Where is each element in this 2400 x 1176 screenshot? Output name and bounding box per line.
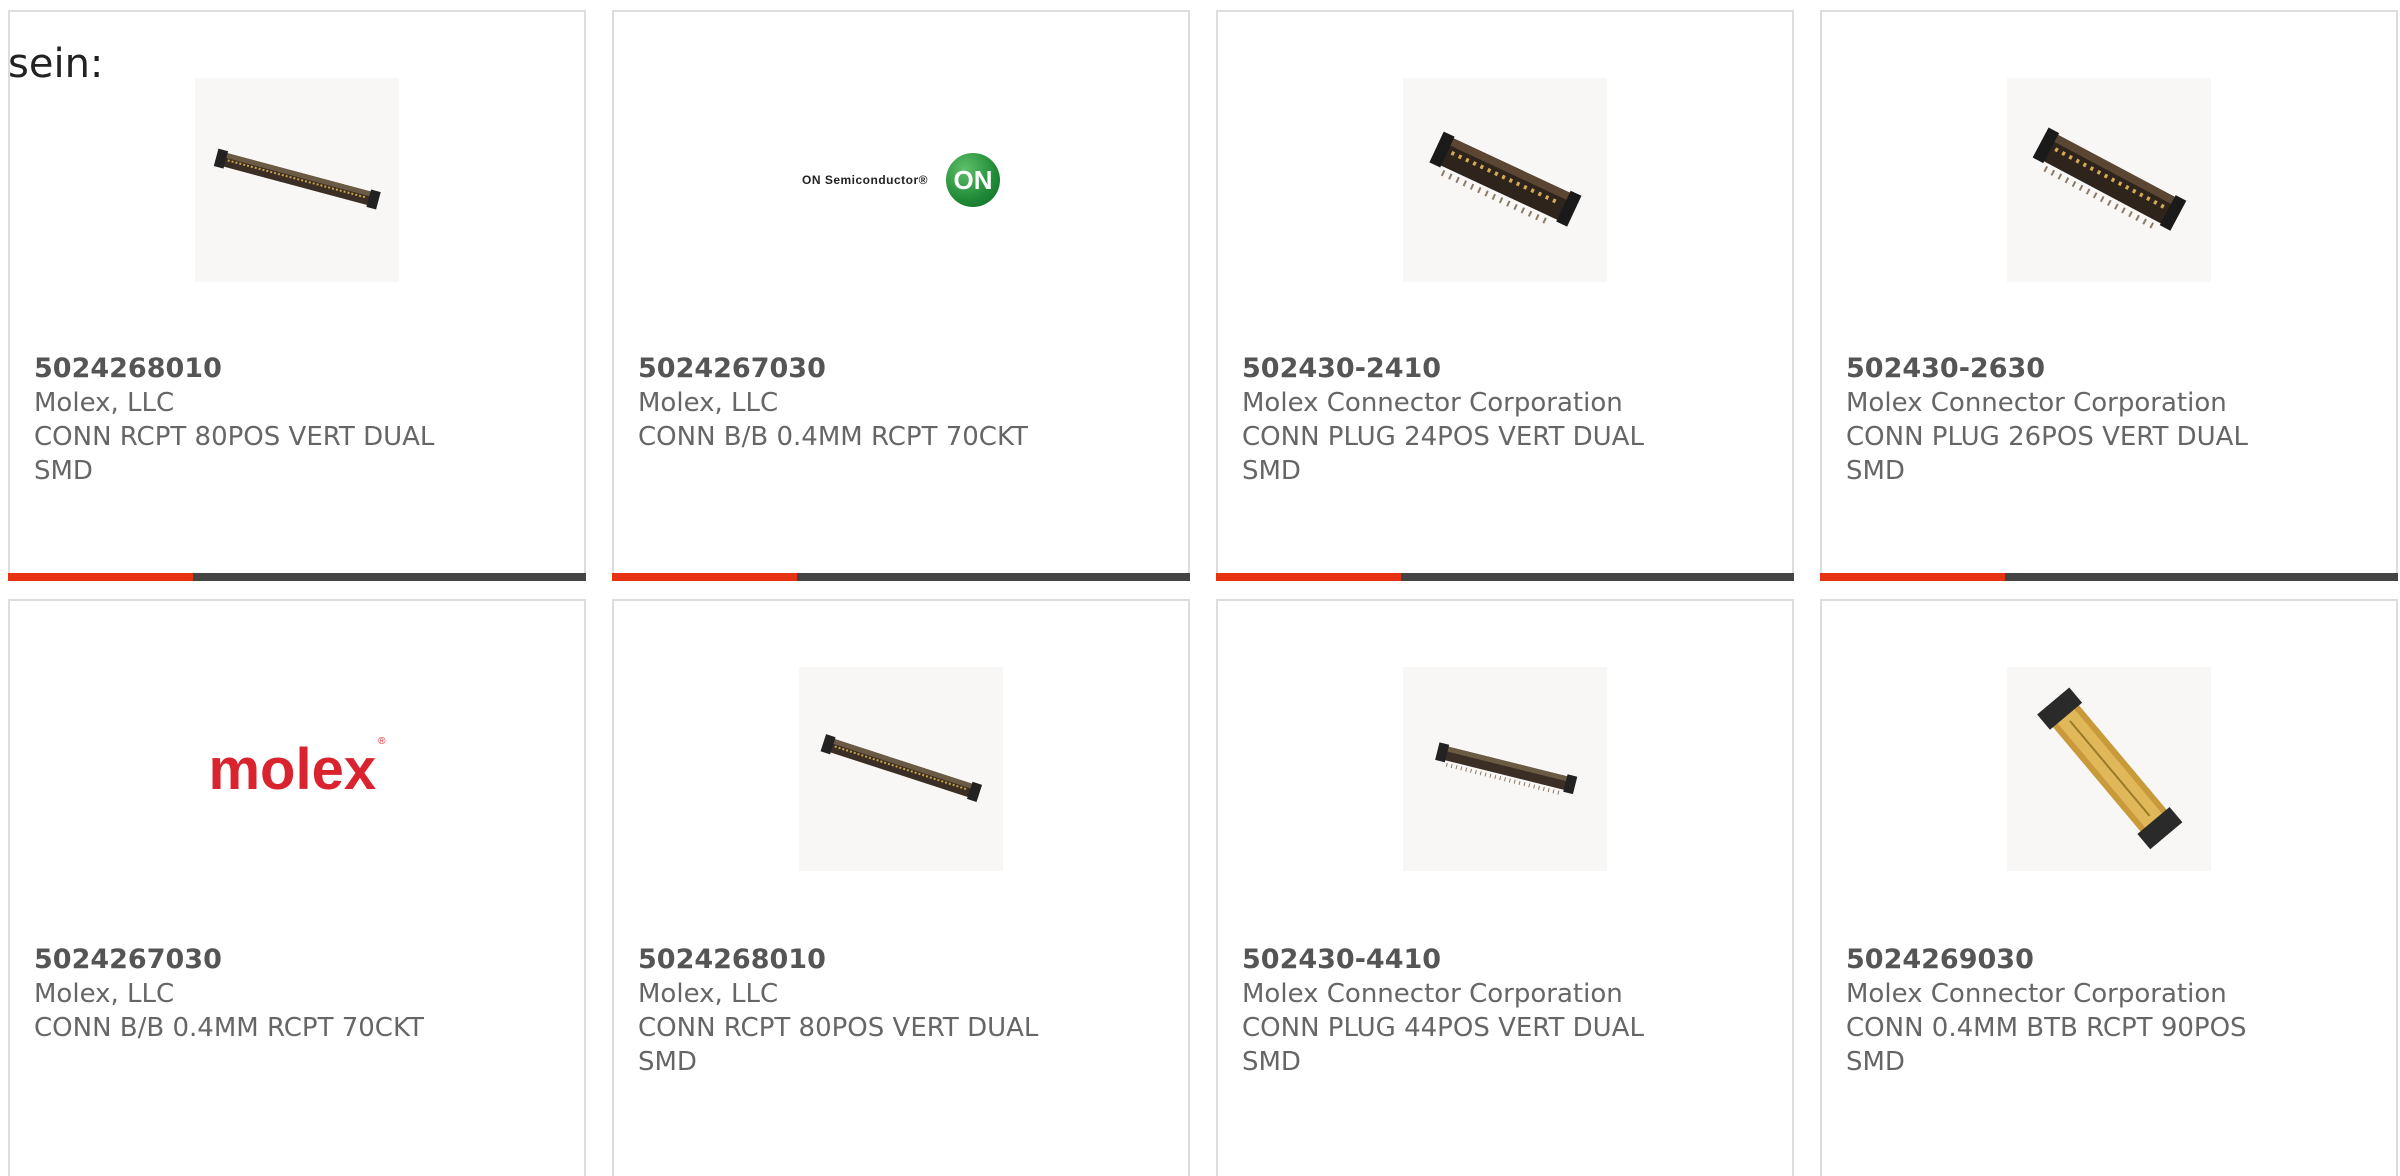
product-image-wrap [1822,78,2396,282]
progress-fill [8,573,193,581]
product-image-wrap: ON Semiconductor® ON [614,78,1188,282]
manufacturer: Molex Connector Corporation [1846,388,2227,418]
part-number[interactable]: 502430-4410 [1242,943,1441,977]
progress-bar [1216,573,1794,581]
product-card[interactable]: 502430-2410 Molex Connector Corporation … [1216,10,1794,581]
product-card[interactable]: molex ® 5024267030 Molex, LLC CONN B/B 0.… [8,599,586,1176]
progress-bar [612,573,1190,581]
progress-fill [1820,573,2005,581]
manufacturer: Molex, LLC [34,388,175,418]
connector-plug-image [1403,78,1607,282]
connector-strip-image [799,667,1003,871]
part-number[interactable]: 5024267030 [638,352,826,386]
product-image-wrap [1822,667,2396,871]
description: CONN PLUG 26POS VERT DUAL SMD [1846,422,2248,486]
logo-text: molex [208,736,377,802]
description: CONN PLUG 24POS VERT DUAL SMD [1242,422,1644,486]
on-semiconductor-logo: ON Semiconductor® ON [801,153,1001,207]
product-card[interactable]: 5024269030 Molex Connector Corporation C… [1820,599,2398,1176]
description: CONN B/B 0.4MM RCPT 70CKT [34,1013,424,1043]
progress-fill [1216,573,1401,581]
product-card[interactable]: 5024268010 Molex, LLC CONN RCPT 80POS VE… [8,10,586,581]
part-number[interactable]: 502430-2410 [1242,352,1441,386]
progress-bar [1820,573,2398,581]
manufacturer: Molex Connector Corporation [1242,979,1623,1009]
product-card[interactable]: ON Semiconductor® ON 5024267030 Molex, L… [612,10,1190,581]
product-card[interactable]: 5024268010 Molex, LLC CONN RCPT 80POS VE… [612,599,1190,1176]
manufacturer: Molex Connector Corporation [1242,388,1623,418]
description: CONN RCPT 80POS VERT DUAL SMD [638,1013,1039,1077]
logo-mark: ON [946,153,1001,207]
part-number[interactable]: 5024268010 [34,352,222,386]
connector-pair-image [2007,667,2211,871]
product-card[interactable]: 502430-4410 Molex Connector Corporation … [1216,599,1794,1176]
connector-strip-image [195,78,399,282]
connector-plug-image [2007,78,2211,282]
manufacturer: Molex, LLC [638,388,779,418]
product-image-wrap [614,667,1188,871]
part-number[interactable]: 5024268010 [638,943,826,977]
molex-logo: molex ® [208,735,386,802]
product-image-wrap [1218,667,1792,871]
page-label: sein: [8,41,104,87]
product-image-wrap [10,78,584,282]
product-image-wrap: molex ® [10,667,584,871]
connector-strip-image [1403,667,1607,871]
part-number[interactable]: 5024267030 [34,943,222,977]
manufacturer: Molex, LLC [638,979,779,1009]
description: CONN RCPT 80POS VERT DUAL SMD [34,422,435,486]
product-grid: 5024268010 Molex, LLC CONN RCPT 80POS VE… [8,10,2398,1176]
part-number[interactable]: 502430-2630 [1846,352,2045,386]
product-card[interactable]: 502430-2630 Molex Connector Corporation … [1820,10,2398,581]
product-image-wrap [1218,78,1792,282]
manufacturer: Molex, LLC [34,979,175,1009]
description: CONN 0.4MM BTB RCPT 90POS SMD [1846,1013,2247,1077]
logo-text: ON Semiconductor® [801,173,929,187]
part-number[interactable]: 5024269030 [1846,943,2034,977]
description: CONN PLUG 44POS VERT DUAL SMD [1242,1013,1644,1077]
description: CONN B/B 0.4MM RCPT 70CKT [638,422,1028,452]
progress-fill [612,573,797,581]
manufacturer: Molex Connector Corporation [1846,979,2227,1009]
progress-bar [8,573,586,581]
